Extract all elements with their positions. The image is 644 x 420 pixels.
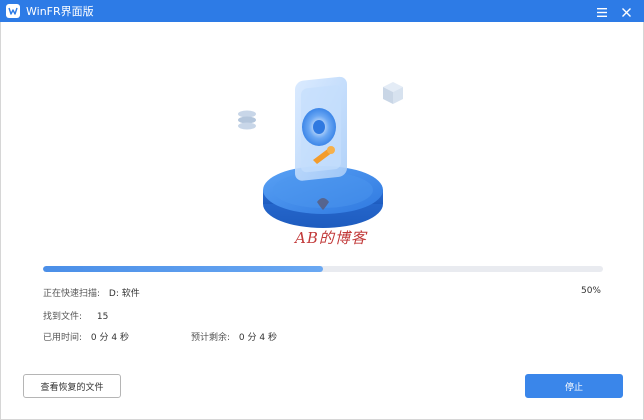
stop-button[interactable]: 停止 (525, 374, 623, 398)
found-files-label: 找到文件: (43, 312, 83, 322)
remaining-time-label: 预计剩余: (191, 333, 231, 343)
elapsed-time-value: 0 分 4 秒 (90, 333, 129, 343)
elapsed-time-label: 已用时间: (43, 333, 83, 343)
scan-progress-percent: 50% (580, 286, 601, 296)
winfr-logo-icon (6, 4, 20, 18)
close-button[interactable] (614, 0, 638, 22)
window-title: WinFR界面版 (26, 5, 94, 18)
remaining-time-value: 0 分 4 秒 (238, 333, 277, 343)
main-panel: AB的博客 正在快速扫描: D: 软件 50% 找到文件: 15 已用时间: 0… (0, 22, 644, 420)
menu-icon (597, 2, 607, 21)
scan-progress-bar (43, 266, 603, 272)
found-files-value: 15 (96, 312, 109, 322)
watermark-text: AB的博客 (295, 229, 367, 247)
close-icon (621, 2, 631, 21)
remaining-time: 预计剩余: 0 分 4 秒 (191, 330, 277, 343)
scan-status-label: 正在快速扫描: (43, 289, 101, 299)
scan-progress-fill (43, 266, 323, 272)
found-files: 找到文件: 15 (43, 309, 108, 322)
scan-status-value: D: 软件 (108, 289, 140, 299)
hard-drive-scan-illustration (233, 52, 413, 252)
view-recovered-files-button[interactable]: 查看恢复的文件 (23, 374, 121, 398)
menu-button[interactable] (590, 0, 614, 22)
title-bar: WinFR界面版 (0, 0, 644, 22)
scan-status: 正在快速扫描: D: 软件 (43, 286, 140, 299)
elapsed-time: 已用时间: 0 分 4 秒 (43, 330, 129, 343)
